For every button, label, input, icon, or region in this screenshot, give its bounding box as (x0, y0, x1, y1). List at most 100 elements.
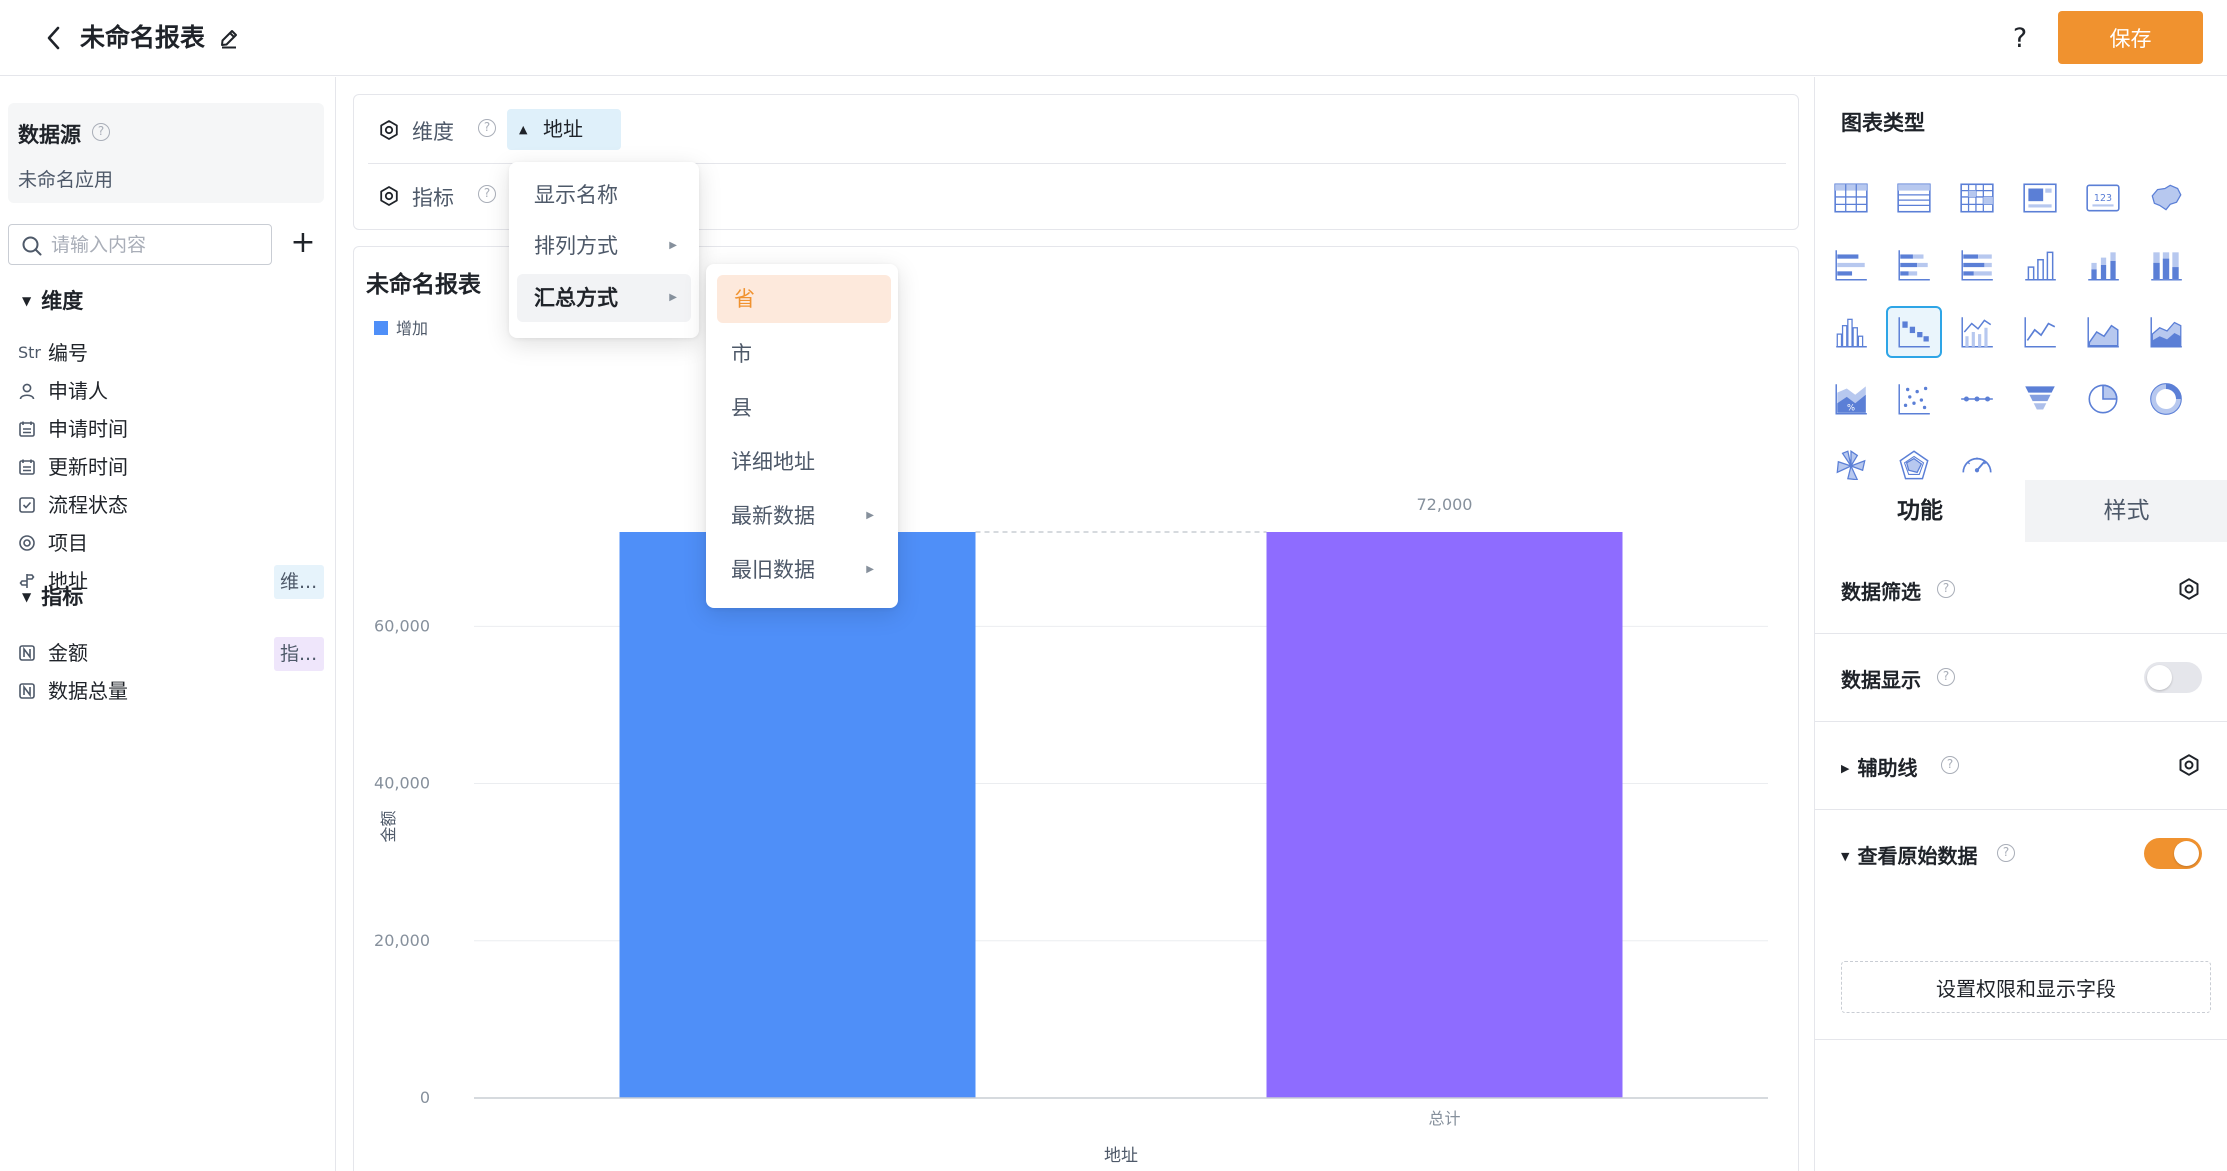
chart-type-percent-area[interactable]: % (1823, 373, 1879, 425)
chart-type-card[interactable] (2012, 172, 2068, 224)
chart-type-stacked-bar-h[interactable] (1886, 239, 1942, 291)
chart-type-line[interactable] (2012, 306, 2068, 358)
legend-swatch (374, 321, 388, 335)
chart-type-pie[interactable] (2075, 373, 2131, 425)
dimension-chip-address[interactable]: ▲ 地址 (507, 109, 621, 150)
field-sidebar: 数据源 ? 未命名应用 + ▼ 维度 Str 编号 申请人 申请时间 更新时间 流… (0, 77, 336, 1171)
chart-type-waterfall[interactable] (1886, 306, 1942, 358)
chart-type-histogram[interactable] (1823, 306, 1879, 358)
chart-type-donut[interactable] (2138, 373, 2194, 425)
chart-type-pivot-table[interactable] (1949, 172, 2005, 224)
map-icon (2151, 184, 2182, 211)
add-field-button[interactable]: + (288, 225, 318, 263)
tab-style[interactable]: 样式 (2025, 480, 2227, 542)
chart-type-map[interactable] (2138, 172, 2194, 224)
datasource-panel[interactable]: 数据源 ? 未命名应用 (8, 103, 324, 203)
toggle-knob (2174, 841, 2199, 866)
menu-item-latest-data[interactable]: 最新数据 ▶ (714, 492, 888, 540)
chart-type-bar-h[interactable] (1823, 239, 1879, 291)
data-display-toggle[interactable] (2144, 662, 2202, 693)
chart-type-stacked-column[interactable] (2075, 239, 2131, 291)
field-label: 申请人 (48, 379, 108, 403)
field-item-applicant[interactable]: 申请人 (18, 371, 324, 411)
field-item-update-time[interactable]: 更新时间 (18, 447, 324, 487)
help-icon[interactable]: ? (478, 119, 496, 137)
chart-type-percent-bar-h[interactable] (1949, 239, 2005, 291)
x-tick-label: 总计 (1428, 1109, 1460, 1128)
set-permission-fields-button[interactable]: 设置权限和显示字段 (1841, 961, 2211, 1013)
chart-type-stacked-area[interactable] (2138, 306, 2194, 358)
back-button[interactable] (36, 20, 72, 56)
chart-type-table[interactable] (1823, 172, 1879, 224)
menu-item-display-name[interactable]: 显示名称 (517, 171, 691, 219)
gear-icon[interactable] (378, 119, 400, 141)
caret-right-icon: ▶ (866, 510, 874, 521)
chart-type-scatter[interactable] (1886, 373, 1942, 425)
field-label: 申请时间 (48, 417, 128, 441)
metric-row-label: 指标 (412, 186, 454, 210)
help-button[interactable]: ? (2000, 18, 2040, 58)
chart-type-percent-column[interactable] (2138, 239, 2194, 291)
dimension-section-toggle[interactable]: ▼ 维度 (22, 286, 83, 316)
svg-text:%: % (1847, 403, 1855, 413)
help-icon[interactable]: ? (478, 185, 496, 203)
menu-item-province[interactable]: 省 (717, 275, 891, 323)
field-item-amount[interactable]: 金额 指... (18, 633, 324, 673)
chart-type-indicator-card[interactable]: 123 (2075, 172, 2131, 224)
field-label: 流程状态 (48, 493, 128, 517)
menu-item-aggregation[interactable]: 汇总方式 ▶ (517, 274, 691, 322)
guide-line-settings-button[interactable] (2174, 750, 2204, 780)
chart-title: 未命名报表 (366, 272, 481, 298)
field-item-flow-status[interactable]: 流程状态 (18, 485, 324, 525)
data-filter-settings-button[interactable] (2174, 574, 2204, 604)
field-label: 编号 (48, 341, 88, 365)
chart-type-detail-table[interactable] (1886, 172, 1942, 224)
histogram-icon (1836, 318, 1867, 348)
caret-right-icon: ▶ (669, 240, 677, 251)
caret-right-icon: ▶ (866, 564, 874, 575)
help-icon[interactable]: ? (1941, 756, 1959, 774)
metric-section-toggle[interactable]: ▼ 指标 (22, 582, 83, 612)
guide-line-toggle[interactable]: ▶ 辅助线 (1841, 752, 1917, 781)
pie-icon (2088, 384, 2118, 414)
save-button[interactable]: 保存 (2058, 11, 2203, 64)
menu-item-sort[interactable]: 排列方式 ▶ (517, 222, 691, 270)
field-item-data-count[interactable]: 数据总量 (18, 671, 324, 711)
raw-data-label: 查看原始数据 (1857, 844, 1978, 868)
bar-h-icon (1835, 250, 1867, 281)
menu-item-oldest-data[interactable]: 最旧数据 ▶ (714, 546, 888, 594)
search-icon (22, 236, 42, 256)
gear-icon[interactable] (378, 185, 400, 207)
menu-item-detail-address[interactable]: 详细地址 (714, 438, 888, 486)
field-item-apply-time[interactable]: 申请时间 (18, 409, 324, 449)
number-icon (18, 671, 40, 715)
help-icon[interactable]: ? (92, 123, 110, 141)
field-search-input[interactable] (51, 231, 261, 258)
field-item-code[interactable]: Str 编号 (18, 333, 324, 373)
stacked-area-icon (2150, 317, 2182, 348)
tab-function[interactable]: 功能 (1815, 480, 2025, 542)
chart-legend[interactable]: 增加 (374, 315, 428, 339)
y-axis-title: 金额 (379, 811, 398, 843)
chart-type-combo[interactable] (1949, 306, 2005, 358)
chart-type-dot-line[interactable] (1949, 373, 2005, 425)
menu-item-city[interactable]: 市 (714, 330, 888, 378)
raw-data-toggle[interactable] (2144, 838, 2202, 869)
field-item-project[interactable]: 项目 (18, 523, 324, 563)
help-icon[interactable]: ? (1997, 844, 2015, 862)
chart-type-funnel[interactable] (2012, 373, 2068, 425)
chart-type-area[interactable] (2075, 306, 2131, 358)
chart-type-column[interactable] (2012, 239, 2068, 291)
data-filter-label: 数据筛选 (1841, 580, 1921, 604)
field-label: 项目 (48, 531, 88, 555)
dimension-row-label: 维度 (412, 120, 454, 144)
menu-item-county[interactable]: 县 (714, 384, 888, 432)
help-icon[interactable]: ? (1937, 580, 1955, 598)
edit-title-button[interactable] (214, 22, 244, 54)
data-label: 72,000 (1417, 495, 1473, 514)
help-icon[interactable]: ? (1937, 668, 1955, 686)
raw-data-toggle-section[interactable]: ▼ 查看原始数据 (1841, 840, 1977, 869)
legend-label: 增加 (396, 319, 429, 338)
chart-settings-panel: 图表类型 123% 功能 样式 数据筛选 ? 数据显示 ? ▶ 辅助线 ? ▼ 查看… (1814, 77, 2227, 1171)
caret-up-icon: ▲ (519, 123, 528, 136)
